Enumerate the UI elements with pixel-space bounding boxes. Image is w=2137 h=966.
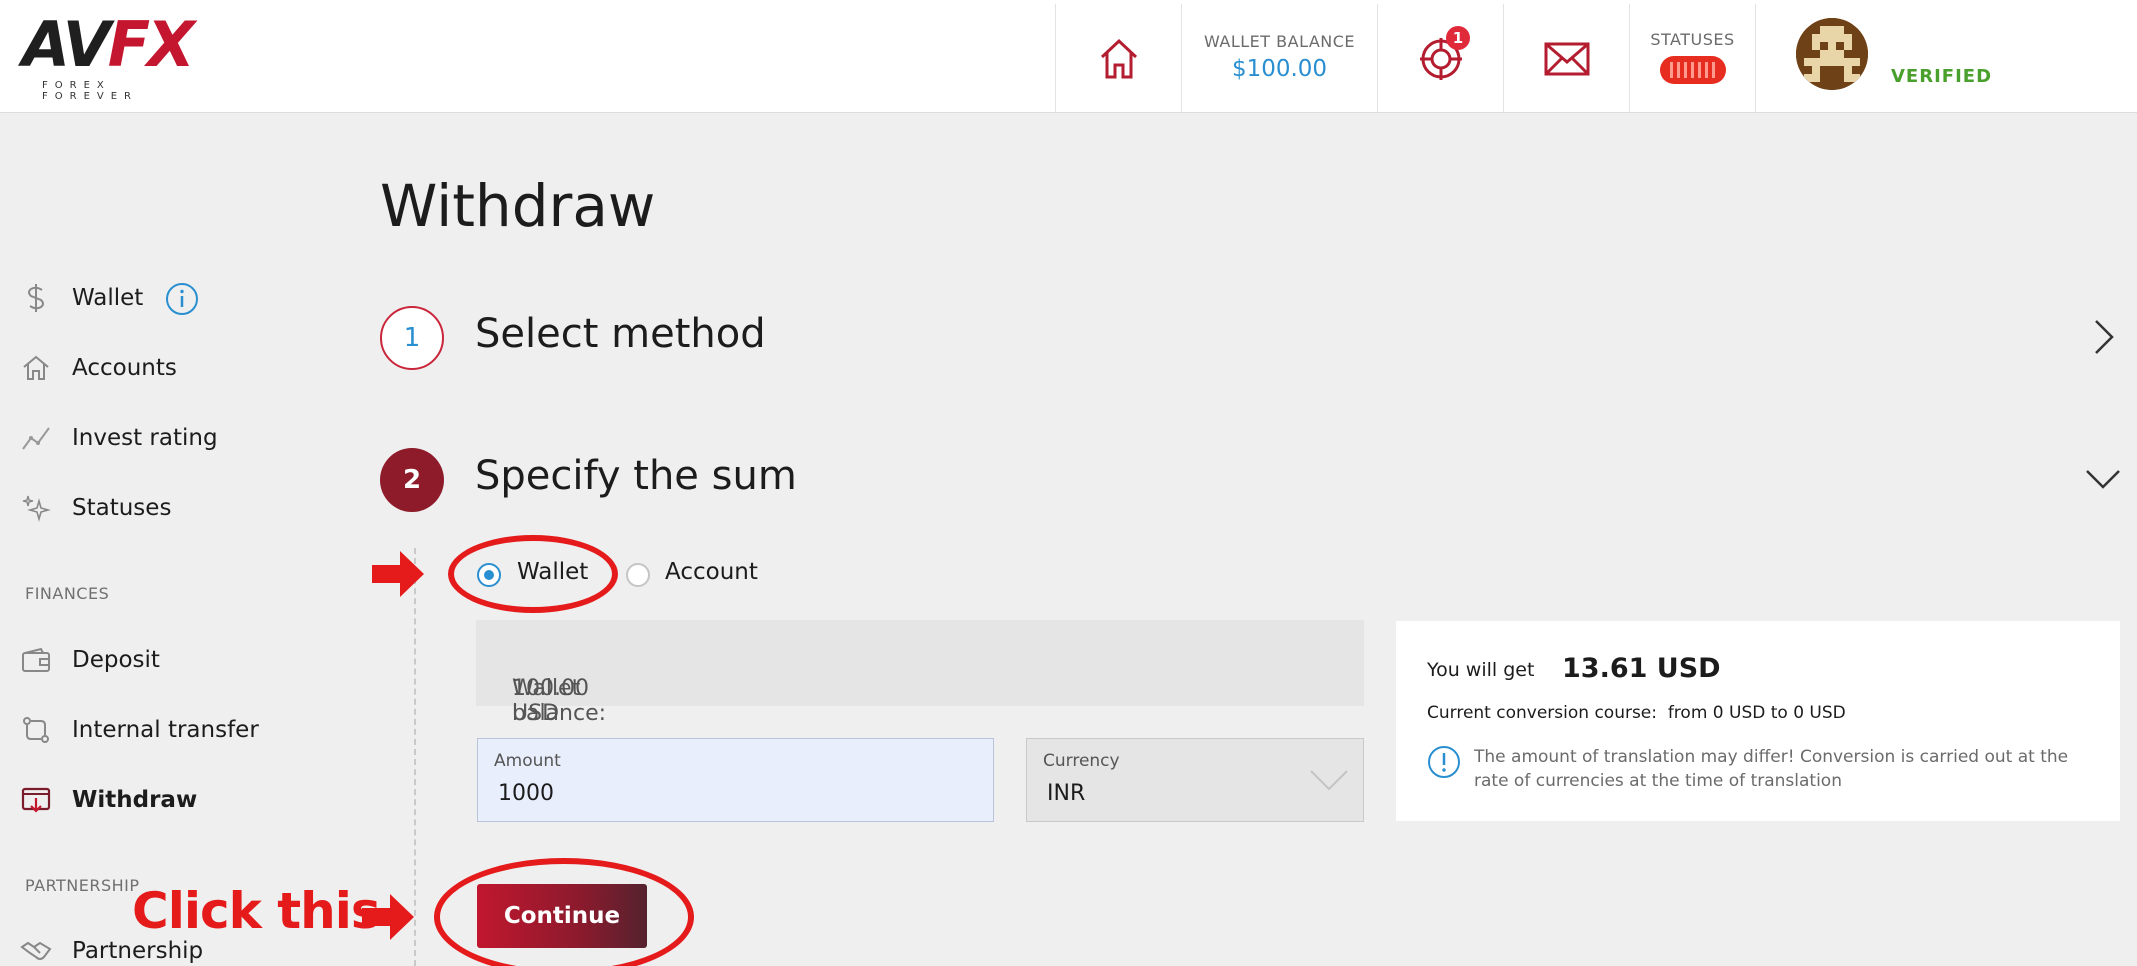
annotation-arrow-icon bbox=[372, 551, 424, 597]
sidebar-item-accounts[interactable]: Accounts bbox=[20, 348, 320, 388]
annotation-arrow-icon bbox=[362, 894, 414, 940]
sidebar-item-statuses[interactable]: Statuses bbox=[20, 488, 320, 528]
top-header: AVFX FOREX FOREVER WALLET BALANCE $100.0… bbox=[0, 0, 2137, 113]
currency-select[interactable]: Currency INR bbox=[1026, 738, 1364, 822]
avatar[interactable] bbox=[1796, 18, 1868, 90]
header-target-button[interactable]: 1 bbox=[1377, 4, 1503, 113]
annotation-ellipse-wallet bbox=[448, 535, 618, 613]
sidebar-item-label: Statuses bbox=[72, 495, 172, 521]
header-mail-button[interactable] bbox=[1503, 4, 1629, 113]
amount-field[interactable]: Amount bbox=[477, 738, 994, 822]
exclamation-icon bbox=[1428, 746, 1460, 778]
info-icon[interactable] bbox=[165, 282, 199, 316]
sidebar-item-label: Deposit bbox=[72, 647, 160, 673]
course-value: from 0 USD to 0 USD bbox=[1667, 703, 1846, 723]
wallet-balance-box: Wallet balance: 100.00 USD bbox=[476, 620, 1364, 726]
header-statuses[interactable]: STATUSES bbox=[1629, 4, 1755, 113]
withdraw-icon bbox=[20, 784, 52, 816]
sparkle-icon bbox=[20, 492, 52, 524]
chart-line-icon bbox=[20, 422, 52, 454]
header-user-profile[interactable]: VERIFIED bbox=[1755, 4, 2137, 113]
sidebar-item-label: Internal transfer bbox=[72, 717, 259, 743]
logo-word-a: AV bbox=[22, 8, 111, 81]
logo-tagline: FOREX FOREVER bbox=[42, 80, 138, 102]
you-will-get-value: 13.61 USD bbox=[1562, 653, 1721, 684]
notification-badge: 1 bbox=[1446, 26, 1470, 50]
conversion-note: The amount of translation may differ! Co… bbox=[1474, 747, 2069, 791]
currency-label: Currency bbox=[1043, 751, 1120, 771]
chevron-right-icon[interactable] bbox=[2093, 318, 2115, 356]
transfer-icon bbox=[20, 714, 52, 746]
chevron-down-icon[interactable] bbox=[2084, 468, 2122, 490]
sidebar-item-label: Wallet bbox=[72, 285, 144, 311]
home-icon bbox=[1100, 38, 1137, 78]
partnership-heading: PARTNERSHIP bbox=[25, 876, 140, 895]
mail-icon bbox=[1544, 42, 1589, 75]
finances-heading: FINANCES bbox=[25, 584, 110, 603]
status-pill-icon bbox=[1660, 56, 1726, 84]
wallet-icon bbox=[20, 644, 52, 676]
page-title: Withdraw bbox=[380, 172, 656, 240]
sidebar-item-label: Invest rating bbox=[72, 425, 218, 451]
sidebar-item-label: Partnership bbox=[72, 938, 204, 964]
chevron-down-icon bbox=[1310, 770, 1348, 791]
step-number-2: 2 bbox=[380, 448, 444, 512]
amount-label: Amount bbox=[494, 751, 561, 771]
handshake-icon bbox=[20, 935, 52, 966]
statuses-label: STATUSES bbox=[1650, 30, 1735, 49]
continue-button[interactable]: Continue bbox=[477, 884, 647, 948]
amount-input[interactable] bbox=[498, 781, 798, 806]
step-number-1: 1 bbox=[380, 306, 444, 370]
wallet-balance-value: $100.00 bbox=[1231, 56, 1328, 82]
radio-account[interactable] bbox=[626, 563, 650, 587]
step-title-select-method[interactable]: Select method bbox=[475, 311, 766, 357]
wallet-balance-box-value: 100.00 USD bbox=[512, 676, 589, 726]
you-will-get-label: You will get bbox=[1427, 659, 1535, 681]
sidebar-item-label: Accounts bbox=[72, 355, 177, 381]
verified-status: VERIFIED bbox=[1891, 66, 1993, 87]
sidebar-item-withdraw[interactable]: Withdraw bbox=[20, 780, 320, 820]
currency-value: INR bbox=[1047, 781, 1086, 806]
dollar-icon bbox=[20, 282, 52, 314]
brand-logo[interactable]: AVFX FOREX FOREVER bbox=[22, 14, 212, 103]
radio-account-label[interactable]: Account bbox=[665, 559, 758, 585]
annotation-click-text: Click this bbox=[132, 882, 381, 940]
course-label: Current conversion course: bbox=[1427, 703, 1657, 723]
header-wallet-balance[interactable]: WALLET BALANCE $100.00 bbox=[1181, 4, 1377, 113]
logo-word-b: FX bbox=[107, 8, 195, 81]
sidebar-item-deposit[interactable]: Deposit bbox=[20, 640, 320, 680]
sidebar-item-label: Withdraw bbox=[72, 787, 198, 813]
sidebar-item-wallet[interactable]: Wallet bbox=[20, 278, 320, 318]
step-divider bbox=[414, 548, 416, 966]
header-home-button[interactable] bbox=[1055, 4, 1181, 113]
conversion-info-panel: You will get 13.61 USD Current conversio… bbox=[1396, 621, 2120, 821]
step-title-specify-sum[interactable]: Specify the sum bbox=[475, 453, 797, 499]
wallet-balance-label: WALLET BALANCE bbox=[1203, 32, 1356, 51]
sidebar-item-internal-transfer[interactable]: Internal transfer bbox=[20, 710, 320, 750]
house-icon bbox=[20, 352, 52, 384]
pixel-avatar-icon bbox=[1796, 18, 1868, 90]
sidebar-item-invest-rating[interactable]: Invest rating bbox=[20, 418, 320, 458]
